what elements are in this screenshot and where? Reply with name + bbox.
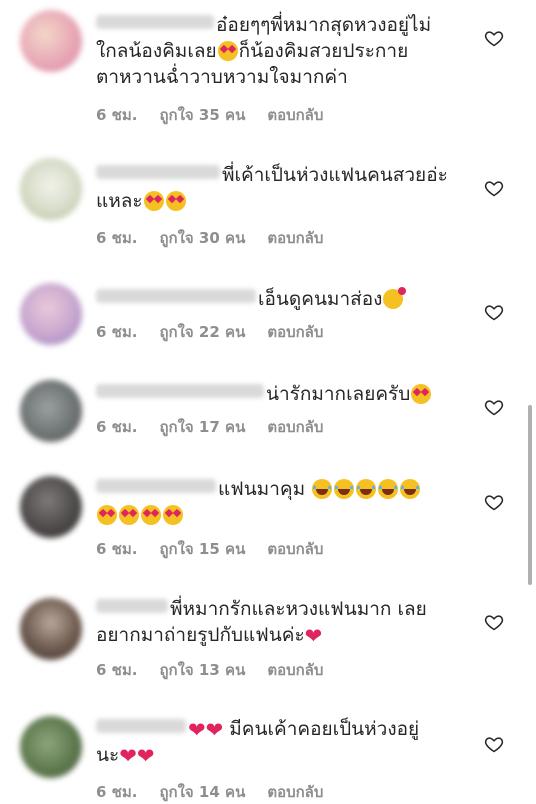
heart-eyes-emoji <box>411 384 432 404</box>
reply-button[interactable]: ตอบกลับ <box>267 418 323 436</box>
heart-outline-icon[interactable] <box>484 302 504 322</box>
heart-outline-icon[interactable] <box>484 28 504 48</box>
comment-line: แฟนมาคุม <box>218 478 306 500</box>
reply-button[interactable]: ตอบกลับ <box>267 661 323 679</box>
tears-of-joy-emoji <box>334 479 355 499</box>
scrollbar[interactable] <box>528 405 532 585</box>
reply-button[interactable]: ตอบกลับ <box>267 783 323 801</box>
reply-button[interactable]: ตอบกลับ <box>267 106 323 124</box>
heart-outline-icon[interactable] <box>484 492 504 512</box>
heart-eyes-emoji <box>119 505 139 525</box>
avatar[interactable] <box>20 10 82 72</box>
heart-outline-icon[interactable] <box>484 178 504 198</box>
username-blurred[interactable] <box>96 384 264 398</box>
heart-eyes-emoji <box>143 191 164 211</box>
red-heart: ❤ <box>205 718 224 742</box>
avatar[interactable] <box>20 283 82 345</box>
comment-line: แหละ <box>96 190 143 212</box>
avatar[interactable] <box>20 380 82 442</box>
heart-outline-icon[interactable] <box>484 397 504 417</box>
tears-of-joy-emoji <box>312 479 333 499</box>
comment-text: เอ็นดูคนมาส่อง <box>96 286 466 312</box>
red-heart: ❤ <box>304 624 323 648</box>
username-blurred[interactable] <box>96 15 214 29</box>
comment-time: 6 ชม. <box>96 418 138 436</box>
comment-time: 6 ชม. <box>96 783 138 801</box>
comment-text: พี่หมากรักและหวงแฟนมาก เลย อยากมาถ่ายรูป… <box>96 596 466 648</box>
like-count[interactable]: ถูกใจ 30 คน <box>159 229 245 247</box>
like-count[interactable]: ถูกใจ 13 คน <box>159 661 245 679</box>
comment-line: น่ารักมากเลยครับ <box>266 383 411 405</box>
tears-of-joy-emoji <box>378 479 399 499</box>
comment-line: ตาหวานฉ่ำวาบหวามใจมากค่า <box>96 66 348 88</box>
like-count[interactable]: ถูกใจ 15 คน <box>159 540 245 558</box>
comment-line: พี่หมากรักและหวงแฟนมาก เลย <box>170 598 427 620</box>
comment-meta: 6 ชม. ถูกใจ 14 คน ตอบกลับ <box>96 780 345 804</box>
comment-text: อ๋อยๆๆพี่หมากสุดหวงอยู่ไม่ ใกลน้องคิมเลย… <box>96 12 466 90</box>
username-blurred[interactable] <box>96 719 186 733</box>
comment-text: ❤❤ มีคนเค้าคอยเป็นห่วงอยู่ นะ❤❤ <box>96 716 466 768</box>
heart-eyes-emoji <box>217 41 238 61</box>
like-count[interactable]: ถูกใจ 14 คน <box>159 783 245 801</box>
reply-button[interactable]: ตอบกลับ <box>267 323 323 341</box>
comment-line: ใกลน้องคิมเลย <box>96 40 217 62</box>
comment-meta: 6 ชม. ถูกใจ 35 คน ตอบกลับ <box>96 103 345 127</box>
red-heart: ❤ <box>188 718 206 742</box>
red-heart: ❤ <box>136 744 155 768</box>
comment-text: น่ารักมากเลยครับ <box>96 381 466 407</box>
comment-meta: 6 ชม. ถูกใจ 13 คน ตอบกลับ <box>96 658 345 682</box>
comment-line: อยากมาถ่ายรูปกับแฟนค่ะ <box>96 624 305 646</box>
tears-of-joy-emoji <box>356 479 377 499</box>
tears-of-joy-emoji <box>400 479 421 499</box>
comment-feed: อ๋อยๆๆพี่หมากสุดหวงอยู่ไม่ ใกลน้องคิมเลย… <box>0 0 536 801</box>
username-blurred[interactable] <box>96 599 168 613</box>
comment-text: พี่เค้าเป็นห่วงแฟนคนสวยอ่ะ แหละ <box>96 162 466 214</box>
comment-time: 6 ชม. <box>96 540 138 558</box>
like-count[interactable]: ถูกใจ 17 คน <box>159 418 245 436</box>
username-blurred[interactable] <box>96 479 216 493</box>
comment-line: พี่เค้าเป็นห่วงแฟนคนสวยอ่ะ <box>222 164 448 186</box>
comment-line: นะ <box>96 744 120 766</box>
heart-eyes-emoji <box>163 505 183 525</box>
comment-time: 6 ชม. <box>96 229 138 247</box>
comment-line: เอ็นดูคนมาส่อง <box>258 288 383 310</box>
heart-eyes-emoji <box>165 191 186 211</box>
avatar[interactable] <box>20 158 82 220</box>
reply-button[interactable]: ตอบกลับ <box>267 229 323 247</box>
comment-meta: 6 ชม. ถูกใจ 15 คน ตอบกลับ <box>96 537 345 561</box>
avatar[interactable] <box>20 476 82 538</box>
comment-meta: 6 ชม. ถูกใจ 22 คน ตอบกลับ <box>96 320 345 344</box>
avatar[interactable] <box>20 598 82 660</box>
comment-line: มีคนเค้าคอยเป็นห่วงอยู่ <box>229 718 420 740</box>
comment-line: ก็น้องคิมสวยประกาย <box>238 40 409 62</box>
reply-button[interactable]: ตอบกลับ <box>267 540 323 558</box>
comment-time: 6 ชม. <box>96 323 138 341</box>
comment-text: แฟนมาคุม <box>96 476 466 528</box>
avatar[interactable] <box>20 716 82 778</box>
heart-outline-icon[interactable] <box>484 612 504 632</box>
red-heart: ❤ <box>119 744 137 768</box>
comment-time: 6 ชม. <box>96 661 138 679</box>
heart-outline-icon[interactable] <box>484 734 504 754</box>
smiling-hearts-emoji <box>383 287 407 309</box>
comment-line: อ๋อยๆๆพี่หมากสุดหวงอยู่ไม่ <box>216 14 432 36</box>
comment-meta: 6 ชม. ถูกใจ 30 คน ตอบกลับ <box>96 226 345 250</box>
heart-eyes-emoji <box>141 505 161 525</box>
username-blurred[interactable] <box>96 289 256 303</box>
comment-time: 6 ชม. <box>96 106 138 124</box>
username-blurred[interactable] <box>96 165 220 179</box>
like-count[interactable]: ถูกใจ 22 คน <box>159 323 245 341</box>
like-count[interactable]: ถูกใจ 35 คน <box>159 106 245 124</box>
comment-meta: 6 ชม. ถูกใจ 17 คน ตอบกลับ <box>96 415 345 439</box>
heart-eyes-emoji <box>97 505 117 525</box>
